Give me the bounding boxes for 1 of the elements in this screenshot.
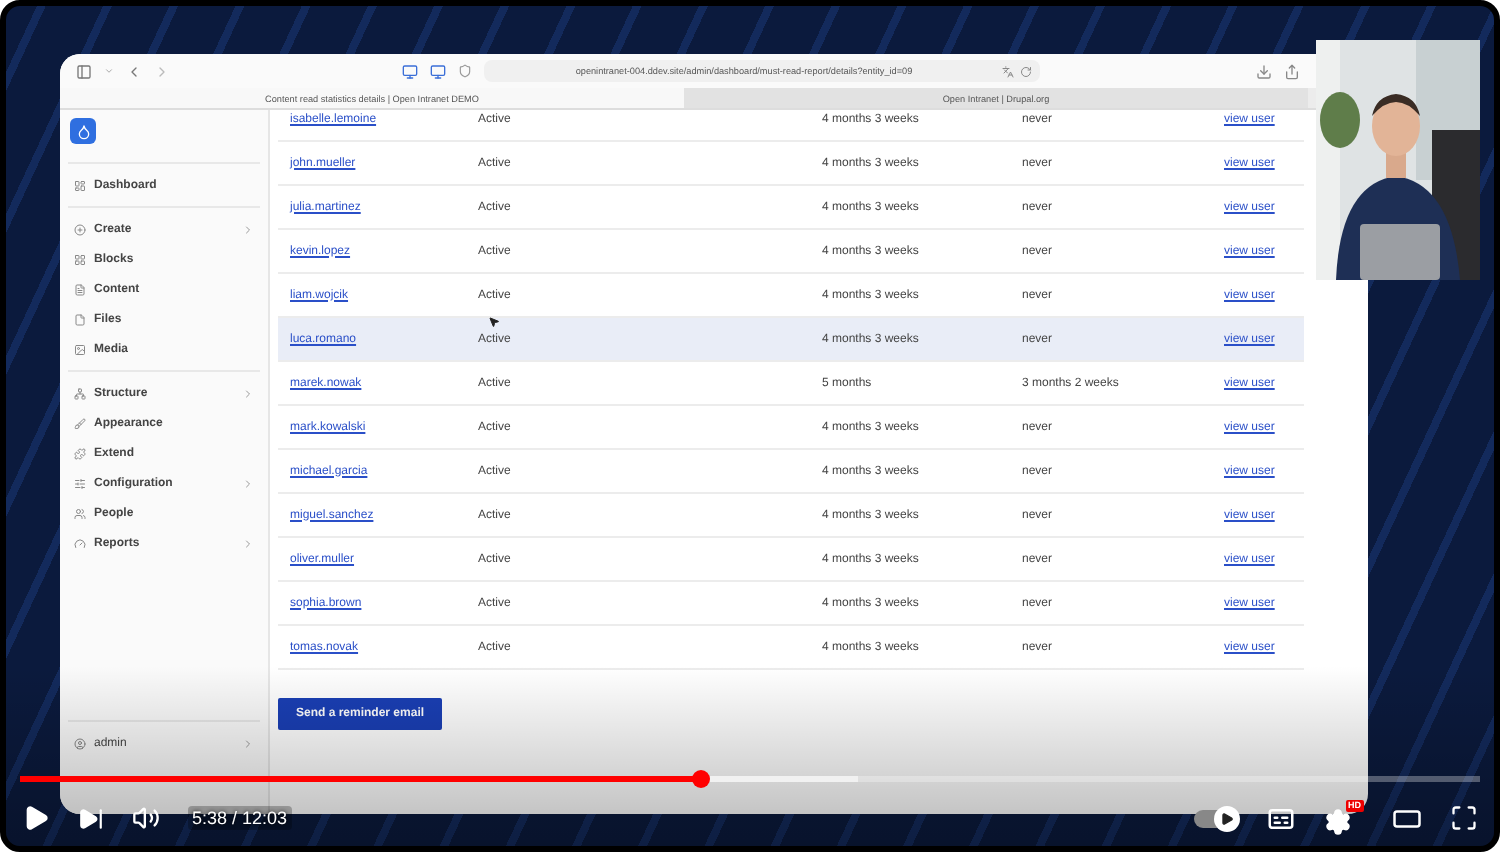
time-display: 5:38 / 12:03 — [188, 806, 292, 830]
